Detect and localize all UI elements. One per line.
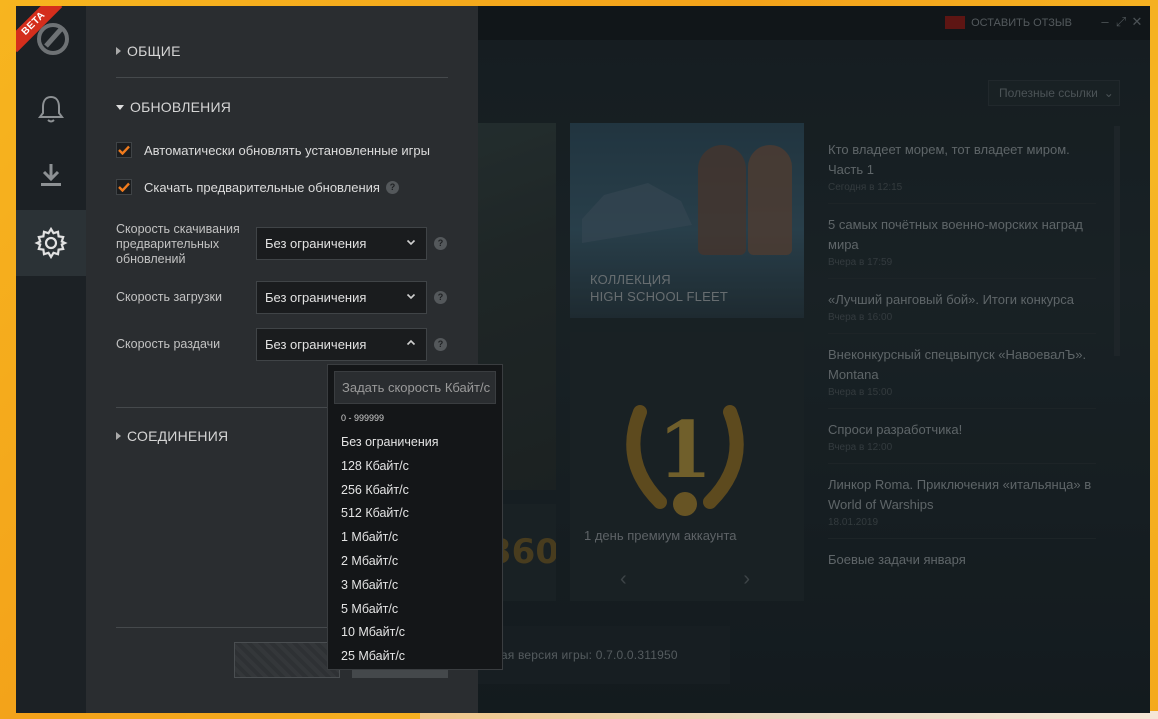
upload-speed-select[interactable]: Без ограничения xyxy=(256,328,427,361)
help-icon[interactable]: ? xyxy=(434,291,447,304)
speed-option[interactable]: 10 Мбайт/с xyxy=(328,621,502,645)
speed-option[interactable]: Без ограничения xyxy=(328,431,502,455)
help-icon[interactable]: ? xyxy=(385,180,399,194)
speed-options: Без ограничения 128 Кбайт/с 256 Кбайт/с … xyxy=(328,431,502,669)
preload-row: Скачать предварительные обновления ? xyxy=(116,179,399,195)
speed-option[interactable]: 128 Кбайт/с xyxy=(328,455,502,479)
chevron-down-icon xyxy=(406,239,416,246)
auto-update-label: Автоматически обновлять установленные иг… xyxy=(144,142,430,158)
chevron-up-icon xyxy=(406,339,416,346)
custom-speed-input[interactable] xyxy=(334,371,496,404)
speed-range-hint: 0 - 999999 xyxy=(341,413,385,423)
section-connections-label: СОЕДИНЕНИЯ xyxy=(127,428,229,444)
preload-checkbox[interactable] xyxy=(116,179,132,195)
settings-panel: ОБЩИЕ ОБНОВЛЕНИЯ Автоматически обновлять… xyxy=(86,6,503,713)
speed-option[interactable]: 1 Мбайт/с xyxy=(328,526,502,550)
speed-option[interactable]: 25 Мбайт/с xyxy=(328,645,502,669)
divider xyxy=(116,77,448,78)
section-general[interactable]: ОБЩИЕ xyxy=(116,43,181,59)
help-icon[interactable]: ? xyxy=(434,338,447,351)
sidebar: BETA xyxy=(16,6,86,713)
check-icon xyxy=(118,145,130,155)
download-speed-value: Без ограничения xyxy=(265,290,367,305)
preload-speed-value: Без ограничения xyxy=(265,236,367,251)
check-icon xyxy=(118,182,130,192)
chevron-down-icon xyxy=(406,293,416,300)
upload-speed-dropdown: 0 - 999999 Без ограничения 128 Кбайт/с 2… xyxy=(327,364,503,670)
speed-option[interactable]: 256 Кбайт/с xyxy=(328,479,502,503)
sidebar-item-notifications[interactable] xyxy=(16,76,86,142)
speed-option[interactable]: 3 Мбайт/с xyxy=(328,574,502,598)
reset-button[interactable] xyxy=(234,642,340,678)
caret-right-icon xyxy=(116,47,121,55)
preload-label: Скачать предварительные обновления xyxy=(144,179,380,195)
auto-update-checkbox[interactable] xyxy=(116,142,132,158)
upload-speed-label: Скорость раздачи xyxy=(116,337,221,351)
bell-icon xyxy=(38,95,64,123)
upload-speed-value: Без ограничения xyxy=(265,337,367,352)
section-general-label: ОБЩИЕ xyxy=(127,43,181,59)
logo[interactable]: BETA xyxy=(16,6,86,76)
download-speed-select[interactable]: Без ограничения xyxy=(256,281,427,314)
caret-right-icon xyxy=(116,432,121,440)
preload-speed-select[interactable]: Без ограничения xyxy=(256,227,427,260)
section-updates[interactable]: ОБНОВЛЕНИЯ xyxy=(116,99,231,115)
download-icon xyxy=(41,164,61,186)
download-speed-label: Скорость загрузки xyxy=(116,290,222,304)
section-updates-label: ОБНОВЛЕНИЯ xyxy=(130,99,232,115)
sidebar-item-downloads[interactable] xyxy=(16,142,86,208)
caret-down-icon xyxy=(116,104,124,110)
gear-icon xyxy=(34,226,68,260)
auto-update-row: Автоматически обновлять установленные иг… xyxy=(116,142,430,158)
help-icon[interactable]: ? xyxy=(434,237,447,250)
preload-speed-label: Скорость скачивания предварительных обно… xyxy=(116,222,240,266)
speed-option[interactable]: 512 Кбайт/с xyxy=(328,502,502,526)
section-connections[interactable]: СОЕДИНЕНИЯ xyxy=(116,428,228,444)
speed-option[interactable]: 2 Мбайт/с xyxy=(328,550,502,574)
speed-option[interactable]: 5 Мбайт/с xyxy=(328,598,502,622)
launcher-window: Полезные ссылки ⌄ ОСТАВИТЬ ОТЗЫВ – ⤢ ✕ 3… xyxy=(16,6,1150,713)
sidebar-item-settings[interactable] xyxy=(16,210,86,276)
